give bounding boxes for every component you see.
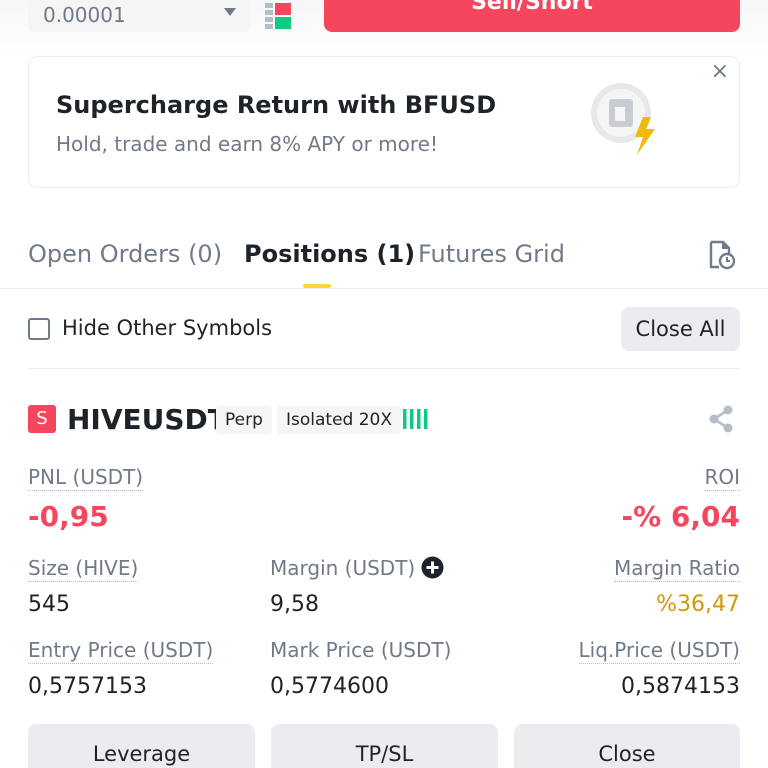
margin-label: Margin (USDT) bbox=[270, 556, 416, 580]
entry-price-label[interactable]: Entry Price (USDT) bbox=[28, 637, 214, 664]
entry-price-value: 0,5757153 bbox=[28, 674, 147, 699]
margin-ratio-label[interactable]: Margin Ratio bbox=[613, 555, 740, 582]
size-value: 545 bbox=[28, 592, 70, 617]
tabs-divider bbox=[0, 288, 768, 289]
hide-other-symbols-label[interactable]: Hide Other Symbols bbox=[62, 316, 272, 340]
roi-value: -% 6,04 bbox=[621, 500, 740, 533]
risk-bars-icon bbox=[403, 409, 428, 429]
margin-ratio-value: %36,47 bbox=[656, 592, 740, 617]
filter-divider bbox=[28, 368, 740, 369]
sell-short-label: Sell/Short bbox=[471, 0, 593, 15]
tab-positions[interactable]: Positions (1) bbox=[244, 240, 415, 268]
margin-mode-tag[interactable]: Isolated 20X bbox=[277, 406, 402, 434]
promo-subtitle: Hold, trade and earn 8% APY or more! bbox=[56, 132, 438, 156]
close-icon[interactable]: × bbox=[711, 59, 729, 84]
bfusd-bolt-logo-icon bbox=[591, 83, 655, 155]
pnl-value: -0,95 bbox=[28, 500, 109, 533]
liq-price-label[interactable]: Liq.Price (USDT) bbox=[578, 637, 740, 664]
mark-price-value: 0,5774600 bbox=[270, 674, 389, 699]
size-label[interactable]: Size (HIVE) bbox=[28, 555, 139, 582]
tab-futures-grid[interactable]: Futures Grid bbox=[418, 240, 565, 268]
margin-value: 9,58 bbox=[270, 592, 319, 617]
share-icon[interactable] bbox=[706, 404, 736, 434]
pnl-label[interactable]: PNL (USDT) bbox=[28, 464, 144, 491]
precision-value: 0.00001 bbox=[43, 3, 126, 27]
hide-other-symbols-checkbox[interactable] bbox=[28, 318, 50, 340]
liq-price-value: 0,5874153 bbox=[621, 674, 740, 699]
tpsl-button[interactable]: TP/SL bbox=[271, 724, 498, 768]
close-position-button[interactable]: Close bbox=[514, 724, 740, 768]
short-side-badge: S bbox=[28, 405, 56, 433]
promo-banner[interactable]: Supercharge Return with BFUSD Hold, trad… bbox=[28, 56, 740, 188]
plus-circle-icon[interactable] bbox=[421, 556, 444, 579]
roi-label[interactable]: ROI bbox=[704, 464, 740, 491]
perp-tag: Perp bbox=[216, 406, 272, 434]
precision-select[interactable]: 0.00001 bbox=[28, 0, 250, 32]
tab-open-orders[interactable]: Open Orders (0) bbox=[28, 240, 222, 268]
position-symbol[interactable]: HIVEUSDT bbox=[67, 403, 227, 436]
chevron-down-icon bbox=[224, 8, 236, 16]
close-all-button[interactable]: Close All bbox=[621, 307, 740, 351]
leverage-button[interactable]: Leverage bbox=[28, 724, 255, 768]
order-book-icon[interactable] bbox=[265, 3, 291, 29]
promo-title: Supercharge Return with BFUSD bbox=[56, 91, 497, 119]
mark-price-label: Mark Price (USDT) bbox=[270, 638, 452, 662]
sell-short-button[interactable]: Sell/Short bbox=[324, 0, 740, 32]
history-icon[interactable] bbox=[707, 240, 737, 270]
